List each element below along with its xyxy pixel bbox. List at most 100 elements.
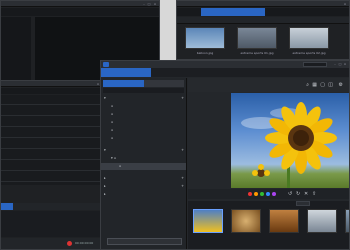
share-icon[interactable]: ⇪ bbox=[312, 191, 316, 197]
thumbnail-balloon[interactable] bbox=[185, 27, 225, 49]
media-browser-window: × balloon.jpg extreme sports 01.jpg extr… bbox=[176, 0, 350, 60]
add-icon[interactable]: + bbox=[181, 175, 184, 182]
account-button[interactable] bbox=[303, 62, 327, 67]
editor-tabbar bbox=[1, 8, 159, 16]
import-button[interactable] bbox=[107, 238, 182, 245]
folder-icon: ▫ bbox=[111, 112, 114, 116]
single-view-icon[interactable]: ▢ bbox=[320, 82, 325, 88]
compare-icon[interactable]: ◫ bbox=[328, 82, 333, 88]
tab-1[interactable] bbox=[1, 8, 13, 16]
rotate-right-icon[interactable]: ↻ bbox=[296, 191, 300, 197]
tree-item[interactable]: ▸ + bbox=[101, 183, 186, 190]
photo-viewer[interactable] bbox=[231, 93, 349, 188]
viewer-toolbar: ⌕ ▦ ▢ ◫ ⚙ bbox=[188, 78, 349, 92]
chevron-right-icon: ▸ bbox=[104, 192, 106, 196]
folder-icon: ▫ bbox=[111, 136, 114, 140]
filmstrip-thumb-portrait[interactable] bbox=[307, 209, 337, 233]
add-icon[interactable]: + bbox=[181, 147, 184, 154]
sidebar-breadcrumb bbox=[103, 88, 184, 93]
sidebar-search-tabs bbox=[103, 80, 184, 87]
zoom-icon[interactable]: ⌕ bbox=[306, 82, 309, 88]
timeline-title bbox=[1, 81, 102, 87]
photo-editor-window: – □ × ▾ + ▫ ▫ ▫ ▫ ▫ ▾ + ▾ ▫ ▫ ▸ + ▸ + ▸ … bbox=[100, 60, 350, 250]
tree-item-selected[interactable]: ▫ bbox=[101, 163, 186, 170]
browser-title bbox=[177, 1, 349, 7]
timeline-lower-tab-2[interactable] bbox=[13, 203, 25, 210]
mode-tab-adjust[interactable] bbox=[151, 68, 201, 77]
tab-2[interactable] bbox=[13, 8, 25, 16]
folder-icon: ▾ ▫ bbox=[111, 156, 117, 160]
tree-item[interactable]: ▸ + bbox=[101, 175, 186, 182]
record-icon[interactable] bbox=[67, 241, 72, 246]
thumbnail-caption: extreme sports 02.jpg bbox=[292, 51, 326, 55]
mode-tab-slideshow[interactable] bbox=[241, 68, 281, 77]
add-icon[interactable]: + bbox=[181, 95, 184, 102]
timeline-track-lanes bbox=[1, 211, 102, 237]
minimize-icon[interactable]: – bbox=[142, 2, 146, 6]
timecode-counter: 00:00:00:00 bbox=[75, 241, 94, 245]
tree-item[interactable]: ▫ bbox=[101, 119, 186, 126]
tree-item[interactable]: ▾ ▫ bbox=[101, 155, 186, 162]
mode-tab-print[interactable] bbox=[281, 68, 321, 77]
tree-item[interactable]: ▾ + bbox=[101, 147, 186, 154]
timeline-lower-tab-1[interactable] bbox=[1, 203, 13, 210]
chevron-right-icon: ▸ bbox=[104, 184, 106, 188]
rotate-left-icon[interactable]: ↺ bbox=[288, 191, 292, 197]
tab-3[interactable] bbox=[25, 8, 37, 16]
browser-toolbar bbox=[177, 17, 349, 24]
browser-tabbar bbox=[177, 8, 349, 16]
timeline-window: × 00:00:00:00 bbox=[0, 80, 103, 250]
browser-tab-2[interactable] bbox=[189, 8, 201, 16]
settings-icon[interactable]: ⚙ bbox=[339, 82, 343, 88]
thumbnail-extreme-sports-2[interactable] bbox=[289, 27, 329, 49]
timeline-tab-1[interactable] bbox=[1, 88, 13, 94]
browser-tab-4[interactable] bbox=[265, 8, 277, 16]
browser-tab-3[interactable] bbox=[201, 8, 265, 16]
timeline-tabbar bbox=[1, 88, 102, 94]
color-label-green[interactable] bbox=[260, 192, 264, 196]
timeline-area bbox=[1, 95, 102, 185]
chevron-down-icon: ▾ bbox=[104, 96, 106, 100]
tree-item[interactable]: ▾ + bbox=[101, 95, 186, 102]
grid-view-icon[interactable]: ▦ bbox=[312, 82, 317, 88]
folder-icon: ▫ bbox=[111, 120, 114, 124]
folder-icon: ▫ bbox=[111, 128, 114, 132]
add-icon[interactable]: + bbox=[181, 183, 184, 190]
mode-tab-library[interactable] bbox=[101, 68, 151, 77]
editor-library-panel bbox=[1, 17, 31, 89]
color-label-red[interactable] bbox=[248, 192, 252, 196]
filmstrip-thumb-shell[interactable] bbox=[231, 209, 261, 233]
filmstrip-thumb-food[interactable] bbox=[269, 209, 299, 233]
tree-item[interactable]: ▫ bbox=[101, 111, 186, 118]
maximize-icon[interactable]: □ bbox=[338, 62, 342, 66]
color-label-purple[interactable] bbox=[272, 192, 276, 196]
filmstrip-sort-dropdown[interactable] bbox=[296, 201, 310, 206]
library-sidebar: ▾ + ▫ ▫ ▫ ▫ ▫ ▾ + ▾ ▫ ▫ ▸ + ▸ + ▸ bbox=[101, 78, 187, 249]
tab-4[interactable] bbox=[37, 8, 49, 16]
color-label-orange[interactable] bbox=[254, 192, 258, 196]
filmstrip-thumb-sports[interactable] bbox=[345, 209, 349, 233]
main-menubar: – □ × bbox=[101, 61, 349, 68]
tree-item[interactable]: ▫ bbox=[101, 103, 186, 110]
mode-tab-edit[interactable] bbox=[201, 68, 241, 77]
sidebar-tab-browse[interactable] bbox=[103, 80, 144, 87]
close-icon[interactable]: × bbox=[343, 62, 347, 66]
folder-icon: ▫ bbox=[111, 104, 114, 108]
tree-item[interactable]: ▫ bbox=[101, 135, 186, 142]
color-label-blue[interactable] bbox=[266, 192, 270, 196]
tree-item[interactable]: ▸ bbox=[101, 191, 186, 198]
sidebar-tab-search[interactable] bbox=[143, 80, 184, 87]
close-icon[interactable]: × bbox=[153, 2, 157, 6]
close-icon[interactable]: × bbox=[343, 2, 347, 6]
folder-tree: ▾ + ▫ ▫ ▫ ▫ ▫ ▾ + ▾ ▫ ▫ ▸ + ▸ + ▸ bbox=[101, 95, 186, 215]
minimize-icon[interactable]: – bbox=[333, 62, 337, 66]
filmstrip-thumb-sunflower[interactable] bbox=[193, 209, 223, 233]
maximize-icon[interactable]: □ bbox=[147, 2, 151, 6]
thumbnail-caption: extreme sports 01.jpg bbox=[240, 51, 274, 55]
delete-icon[interactable]: ✕ bbox=[304, 191, 308, 197]
filmstrip bbox=[188, 201, 349, 249]
tree-item[interactable]: ▫ bbox=[101, 127, 186, 134]
browser-tab-1[interactable] bbox=[177, 8, 189, 16]
thumbnail-extreme-sports-1[interactable] bbox=[237, 27, 277, 49]
timeline-tab-2[interactable] bbox=[13, 88, 25, 94]
